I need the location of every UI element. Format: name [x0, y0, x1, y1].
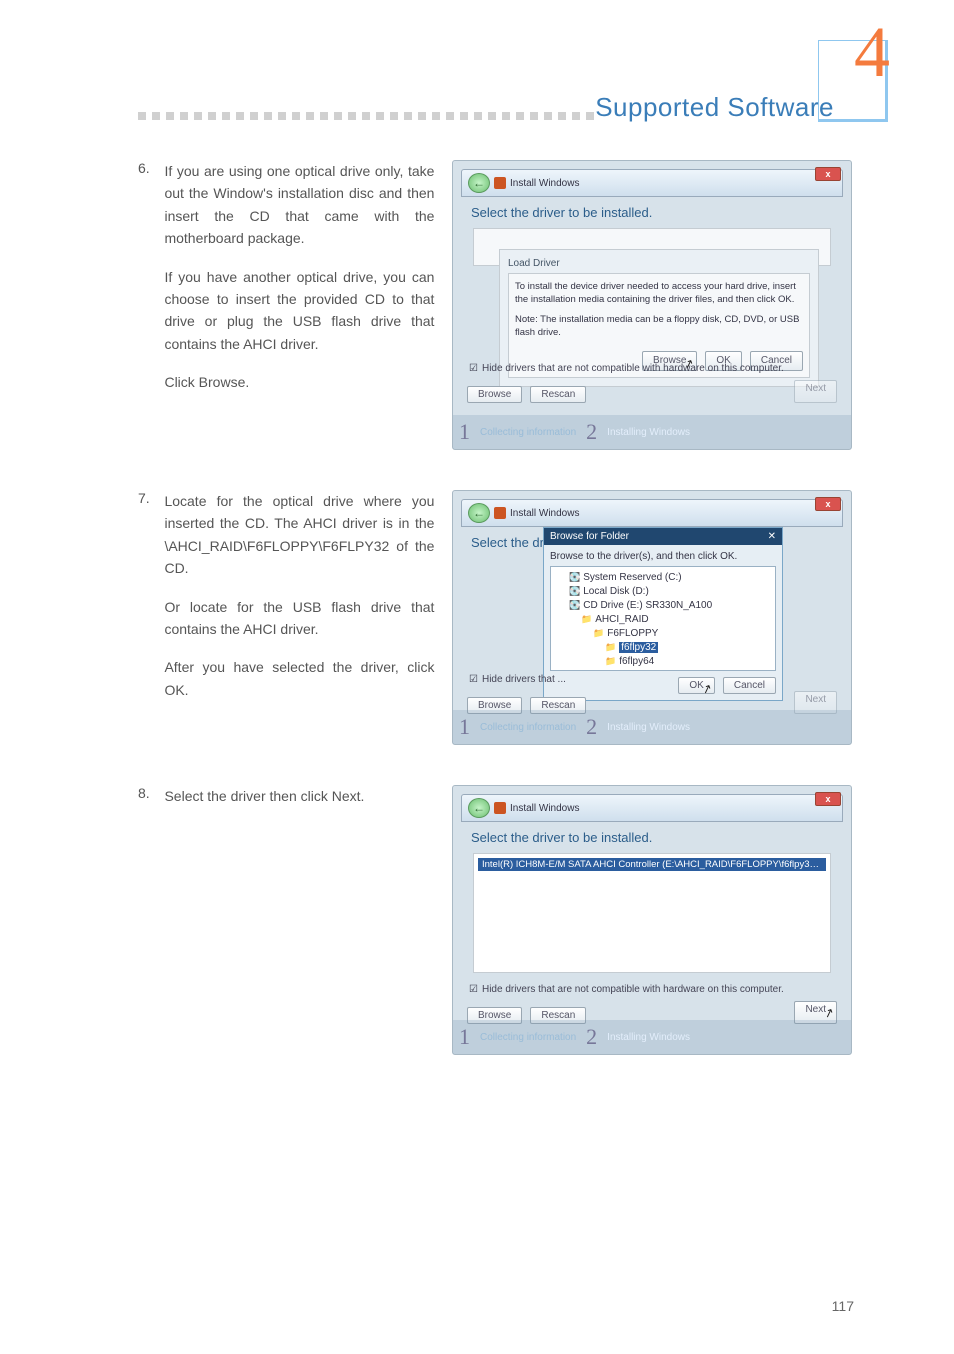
dialog-heading: Select the driver to be installed. — [461, 822, 843, 847]
step-text: If you are using one optical drive only,… — [164, 160, 434, 410]
load-driver-msg1: To install the device driver needed to a… — [515, 280, 803, 307]
tree-node[interactable]: AHCI_RAID — [557, 613, 769, 627]
chapter-number: 4 — [854, 16, 890, 88]
step7-p2: Or locate for the USB flash drive that c… — [164, 596, 434, 641]
wizard-step-2-label: Installing Windows — [607, 1032, 690, 1043]
close-icon[interactable]: x — [815, 497, 841, 511]
step-number: 6. — [138, 160, 160, 176]
window-title: Install Windows — [510, 508, 579, 519]
window-titlebar: ← Install Windows — [461, 794, 843, 822]
app-icon — [494, 802, 506, 814]
tree-node-selected[interactable]: f6flpy32 — [557, 641, 769, 655]
tree-node[interactable]: IAA_CD — [557, 669, 769, 671]
load-driver-msg2: Note: The installation media can be a fl… — [515, 313, 803, 340]
browse-button-bottom[interactable]: Browse — [467, 386, 522, 403]
wizard-step-2-label: Installing Windows — [607, 722, 690, 733]
window-title: Install Windows — [510, 803, 579, 814]
wizard-step-1-num: 1 — [459, 714, 470, 740]
step-text: Select the driver then click Next. — [164, 785, 434, 823]
step7-p3: After you have selected the driver, clic… — [164, 656, 434, 701]
page-number: 117 — [832, 1298, 854, 1314]
app-icon — [494, 177, 506, 189]
tree-node[interactable]: Local Disk (D:) — [557, 585, 769, 599]
back-button[interactable]: ← — [468, 173, 490, 193]
screenshot-step8: ← Install Windows x Select the driver to… — [452, 785, 852, 1055]
browse-dialog-instruction: Browse to the driver(s), and then click … — [550, 551, 776, 562]
step-6: 6. If you are using one optical drive on… — [138, 160, 854, 450]
hide-drivers-checkbox[interactable]: Hide drivers that are not compatible wit… — [453, 361, 851, 380]
dialog-close-icon[interactable]: ✕ — [768, 531, 776, 542]
window-title: Install Windows — [510, 178, 579, 189]
next-button[interactable]: Next — [794, 380, 837, 403]
dialog-heading: Select the driver to be installed. — [461, 197, 843, 222]
back-button[interactable]: ← — [468, 798, 490, 818]
wizard-step-1-label: Collecting information — [480, 1032, 576, 1043]
load-driver-title: Load Driver — [508, 258, 810, 269]
rescan-button[interactable]: Rescan — [530, 386, 586, 403]
app-icon — [494, 507, 506, 519]
tree-node[interactable]: System Reserved (C:) — [557, 571, 769, 585]
close-icon[interactable]: x — [815, 792, 841, 806]
wizard-step-1-label: Collecting information — [480, 722, 576, 733]
header-dashes — [138, 112, 594, 120]
step-number: 8. — [138, 785, 160, 801]
step6-p3: Click Browse. — [164, 371, 434, 393]
wizard-step-1-num: 1 — [459, 1024, 470, 1050]
hide-drivers-checkbox[interactable]: Hide drivers that ... — [453, 672, 851, 691]
back-button[interactable]: ← — [468, 503, 490, 523]
wizard-step-2-num: 2 — [586, 419, 597, 445]
close-icon[interactable]: x — [815, 167, 841, 181]
page: 4 Supported Software 6. If you are using… — [0, 0, 954, 1354]
selected-driver-row[interactable]: Intel(R) ICH8M-E/M SATA AHCI Controller … — [478, 858, 826, 871]
tree-node[interactable]: f6flpy64 — [557, 655, 769, 669]
tree-node[interactable]: CD Drive (E:) SR330N_A100 — [557, 599, 769, 613]
driver-list[interactable]: Intel(R) ICH8M-E/M SATA AHCI Controller … — [473, 853, 831, 973]
folder-tree[interactable]: System Reserved (C:) Local Disk (D:) CD … — [550, 566, 776, 671]
step-text: Locate for the optical drive where you i… — [164, 490, 434, 717]
step8-p1: Select the driver then click Next. — [164, 785, 434, 807]
screenshot-step6: ← Install Windows x Select the driver to… — [452, 160, 852, 450]
step6-p2: If you have another optical drive, you c… — [164, 266, 434, 356]
step-8: 8. Select the driver then click Next. ← … — [138, 785, 854, 1055]
window-titlebar: ← Install Windows — [461, 499, 843, 527]
browse-dialog-title: Browse for Folder — [550, 531, 629, 542]
wizard-step-1-label: Collecting information — [480, 427, 576, 438]
hide-drivers-checkbox[interactable]: Hide drivers that are not compatible wit… — [453, 982, 851, 1001]
step6-p1: If you are using one optical drive only,… — [164, 160, 434, 250]
step-number: 7. — [138, 490, 160, 506]
content: 6. If you are using one optical drive on… — [138, 160, 854, 1095]
step-7: 7. Locate for the optical drive where yo… — [138, 490, 854, 745]
wizard-step-2-num: 2 — [586, 1024, 597, 1050]
section-title: Supported Software — [595, 92, 834, 123]
tree-node[interactable]: F6FLOPPY — [557, 627, 769, 641]
wizard-step-2-label: Installing Windows — [607, 427, 690, 438]
screenshot-step7: ← Install Windows x Select the driver to… — [452, 490, 852, 745]
window-titlebar: ← Install Windows — [461, 169, 843, 197]
wizard-step-1-num: 1 — [459, 419, 470, 445]
step7-p1: Locate for the optical drive where you i… — [164, 490, 434, 580]
wizard-step-2-num: 2 — [586, 714, 597, 740]
